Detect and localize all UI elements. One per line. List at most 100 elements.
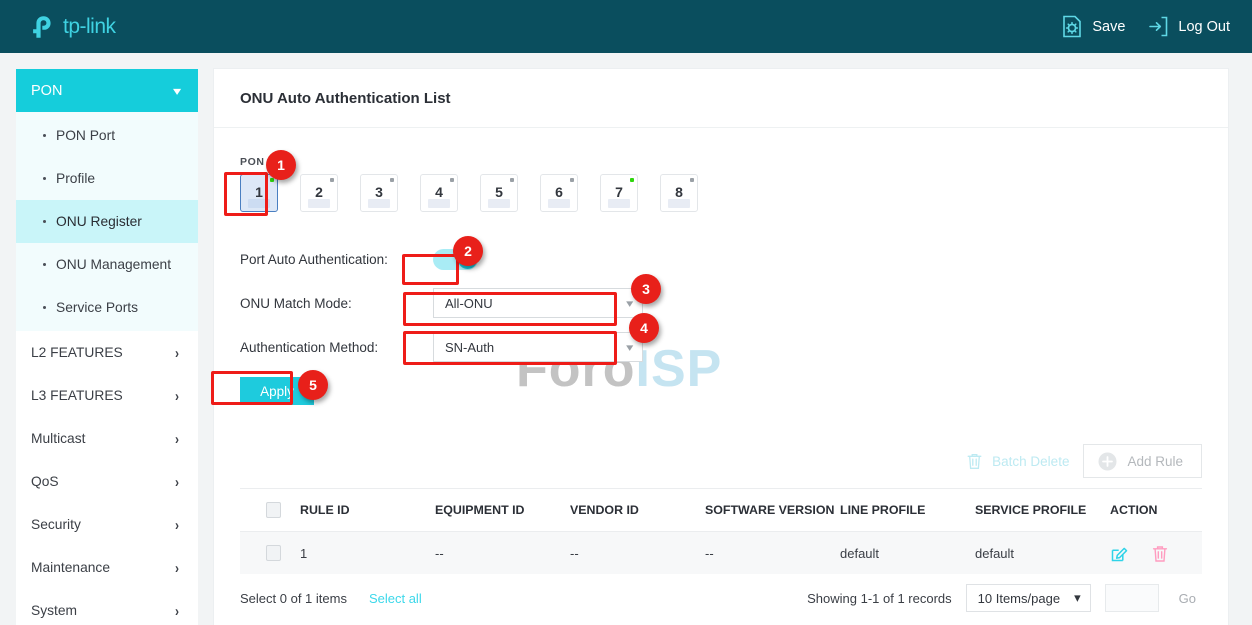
select-all-checkbox[interactable] bbox=[266, 502, 281, 518]
sidebar-group-pon-label: PON bbox=[31, 82, 63, 99]
batch-delete-button[interactable]: Batch Delete bbox=[966, 452, 1069, 470]
sidebar-group-multicast[interactable]: Multicast › bbox=[16, 417, 198, 460]
page-size-select[interactable]: 10 Items/page ▾ bbox=[965, 584, 1091, 612]
bullet-icon bbox=[43, 177, 46, 180]
sidebar-group-pon[interactable]: PON ▾ bbox=[16, 69, 198, 112]
main-content-card: ONU Auto Authentication List ForoISP PON… bbox=[211, 69, 1228, 625]
select-all-checkbox-cell bbox=[240, 502, 300, 518]
chevron-right-icon: › bbox=[175, 515, 179, 534]
pon-section-label: PON bbox=[240, 156, 265, 168]
delete-icon[interactable] bbox=[1151, 544, 1169, 563]
save-icon bbox=[1063, 15, 1082, 38]
pon-port-4[interactable]: 4 bbox=[420, 174, 458, 212]
cell-line-profile: default bbox=[840, 545, 880, 561]
column-header-action: ACTION bbox=[1110, 502, 1158, 517]
save-label: Save bbox=[1092, 18, 1126, 35]
authentication-method-value: SN-Auth bbox=[445, 339, 495, 355]
sidebar-item-label: ONU Management bbox=[56, 257, 172, 272]
edit-icon[interactable] bbox=[1110, 544, 1129, 563]
pon-port-8[interactable]: 8 bbox=[660, 174, 698, 212]
bullet-icon bbox=[43, 134, 46, 137]
add-rule-button[interactable]: Add Rule bbox=[1083, 444, 1202, 478]
row-checkbox-cell bbox=[240, 545, 300, 561]
port-number: 7 bbox=[615, 184, 623, 200]
sidebar-item-onu-register[interactable]: ONU Register bbox=[16, 200, 198, 243]
sidebar-group-label: L2 FEATURES bbox=[31, 345, 123, 360]
form-row-auth-method: Authentication Method: SN-Auth ▾ bbox=[240, 328, 1202, 366]
annotation-badge-1: 1 bbox=[266, 150, 296, 180]
save-button[interactable]: Save bbox=[1061, 15, 1125, 38]
page-number-input[interactable] bbox=[1104, 584, 1159, 612]
port-status-led-icon bbox=[690, 178, 694, 182]
port-number: 3 bbox=[375, 184, 383, 200]
sidebar-item-label: PON Port bbox=[56, 128, 116, 143]
batch-delete-label: Batch Delete bbox=[992, 453, 1070, 469]
chevron-down-icon: ▾ bbox=[1074, 590, 1081, 605]
select-all-link[interactable]: Select all bbox=[369, 591, 422, 606]
pon-port-2[interactable]: 2 bbox=[300, 174, 338, 212]
sidebar-group-l3-features[interactable]: L3 FEATURES › bbox=[16, 374, 198, 417]
chevron-right-icon: › bbox=[175, 386, 179, 405]
records-info: Showing 1-1 of 1 records bbox=[807, 590, 952, 606]
sidebar-group-qos[interactable]: QoS › bbox=[16, 460, 198, 503]
pon-port-selector: 1 2 3 4 5 6 7 8 bbox=[240, 174, 1202, 212]
form-row-match-mode: ONU Match Mode: All-ONU ▾ bbox=[240, 284, 1202, 322]
form-row-apply: Apply bbox=[240, 372, 1202, 410]
auto-auth-rules-table: RULE ID EQUIPMENT ID VENDOR ID SOFTWARE … bbox=[240, 488, 1202, 574]
page-size-value: 10 Items/page bbox=[977, 590, 1061, 606]
pon-port-3[interactable]: 3 bbox=[360, 174, 398, 212]
annotation-badge-5: 5 bbox=[298, 370, 328, 400]
pon-port-7[interactable]: 7 bbox=[600, 174, 638, 212]
sidebar-item-label: ONU Register bbox=[56, 214, 142, 229]
pon-port-1[interactable]: 1 bbox=[240, 174, 278, 212]
add-rule-label: Add Rule bbox=[1127, 453, 1183, 469]
bullet-icon bbox=[43, 263, 46, 266]
column-header-vendor-id: VENDOR ID bbox=[570, 502, 639, 517]
top-header-bar: tp-link Save Log Out bbox=[0, 0, 1252, 53]
cell-vendor-id: -- bbox=[570, 545, 579, 561]
selection-info: Select 0 of 1 items bbox=[240, 590, 347, 606]
sidebar-item-onu-management[interactable]: ONU Management bbox=[16, 243, 198, 286]
table-header-row: RULE ID EQUIPMENT ID VENDOR ID SOFTWARE … bbox=[240, 488, 1202, 532]
column-header-service-profile: SERVICE PROFILE bbox=[975, 502, 1087, 517]
port-base-decor bbox=[548, 199, 570, 208]
pon-port-5[interactable]: 5 bbox=[480, 174, 518, 212]
column-header-line-profile: LINE PROFILE bbox=[840, 502, 926, 517]
table-row: 1 -- -- -- default default bbox=[240, 532, 1202, 574]
port-status-led-icon bbox=[450, 178, 454, 182]
sidebar-item-profile[interactable]: Profile bbox=[16, 157, 198, 200]
sidebar-group-system[interactable]: System › bbox=[16, 589, 198, 625]
sidebar-item-service-ports[interactable]: Service Ports bbox=[16, 286, 198, 329]
logout-button[interactable]: Log Out bbox=[1147, 15, 1230, 38]
cell-rule-id: 1 bbox=[300, 545, 308, 561]
port-base-decor bbox=[668, 199, 690, 208]
plus-circle-icon bbox=[1098, 452, 1117, 470]
onu-match-mode-select[interactable]: All-ONU ▾ bbox=[433, 288, 643, 318]
port-status-led-icon bbox=[390, 178, 394, 182]
port-base-decor bbox=[428, 199, 450, 208]
row-checkbox[interactable] bbox=[266, 545, 281, 561]
go-button[interactable]: Go bbox=[1173, 591, 1202, 606]
sidebar-group-label: System bbox=[31, 603, 77, 618]
port-number: 4 bbox=[435, 184, 443, 200]
sidebar-item-pon-port[interactable]: PON Port bbox=[16, 114, 198, 157]
sidebar-group-label: Multicast bbox=[31, 431, 86, 446]
brand-name: tp-link bbox=[63, 14, 116, 38]
authentication-method-select[interactable]: SN-Auth ▾ bbox=[433, 332, 643, 362]
port-number: 5 bbox=[495, 184, 503, 200]
sidebar-group-maintenance[interactable]: Maintenance › bbox=[16, 546, 198, 589]
pon-port-6[interactable]: 6 bbox=[540, 174, 578, 212]
form-row-auto-auth: Port Auto Authentication: bbox=[240, 240, 1202, 278]
sidebar-group-label: Maintenance bbox=[31, 560, 111, 575]
bullet-icon bbox=[43, 220, 46, 223]
port-number: 6 bbox=[555, 184, 563, 200]
port-base-decor bbox=[608, 199, 630, 208]
auto-authentication-form: Port Auto Authentication: ONU Match Mode… bbox=[240, 240, 1202, 410]
annotation-badge-3: 3 bbox=[631, 274, 661, 304]
chevron-right-icon: › bbox=[175, 601, 179, 620]
sidebar-group-l2-features[interactable]: L2 FEATURES › bbox=[16, 331, 198, 374]
table-toolbar: Batch Delete Add Rule bbox=[214, 442, 1228, 480]
sidebar-navigation: PON ▾ PON Port Profile ONU Register ONU … bbox=[16, 69, 198, 625]
annotation-badge-4: 4 bbox=[629, 313, 659, 343]
sidebar-group-security[interactable]: Security › bbox=[16, 503, 198, 546]
